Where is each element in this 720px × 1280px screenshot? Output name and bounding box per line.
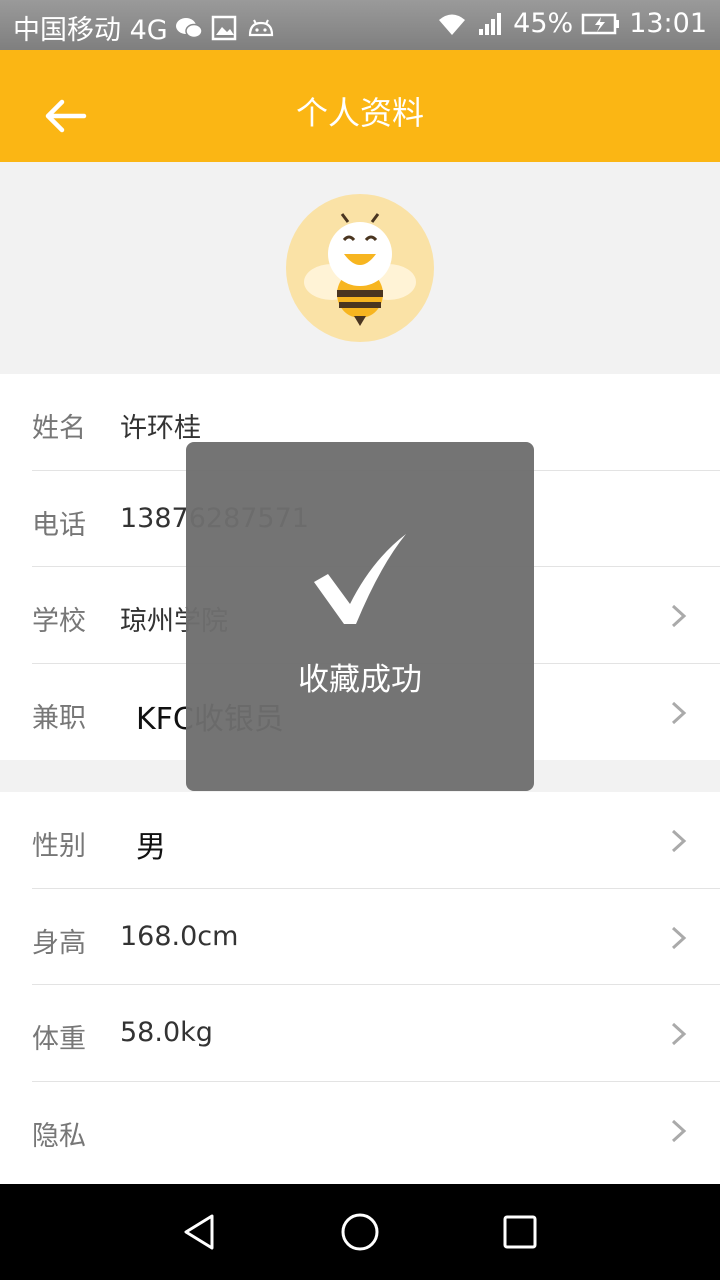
row-label: 兼职 (32, 702, 86, 734)
toast-message: 收藏成功 (298, 662, 422, 698)
row-label: 身高 (32, 927, 86, 959)
battery-percent: 45% (513, 8, 574, 39)
avatar-section (0, 162, 720, 374)
status-bar: 中国移动 4G 45% 13:01 (0, 0, 720, 50)
status-left: 中国移动 4G (13, 8, 276, 47)
chevron-right-icon (671, 701, 687, 724)
signal-icon (479, 12, 502, 35)
chevron-right-icon (671, 1119, 687, 1142)
page-title: 个人资料 (295, 94, 424, 132)
clock: 13:01 (629, 8, 707, 39)
avatar[interactable] (286, 194, 434, 342)
row-label: 体重 (32, 1024, 86, 1055)
row-label: 姓名 (32, 413, 86, 444)
battery-icon (581, 13, 620, 34)
row-label: 学校 (32, 606, 86, 637)
status-right: 45% 13:01 (437, 8, 707, 39)
bee-avatar-icon (304, 213, 416, 326)
row-value: 58.0kg (120, 1017, 213, 1048)
chevron-right-icon (671, 829, 687, 853)
android-icon (248, 19, 273, 36)
nav-back-icon[interactable] (180, 1212, 220, 1252)
chevron-right-icon (671, 604, 687, 628)
chevron-right-icon (671, 1022, 687, 1046)
nav-recents-icon[interactable] (500, 1212, 540, 1252)
checkmark-icon (314, 534, 406, 624)
row-gender[interactable]: 性别 男 (0, 792, 720, 889)
row-value: 许环桂 (120, 413, 201, 444)
row-value: 男 (136, 830, 166, 865)
nav-home-icon[interactable] (340, 1212, 380, 1252)
row-label: 隐私 (32, 1120, 86, 1152)
chevron-right-icon (671, 926, 687, 949)
system-nav-bar (0, 1184, 720, 1280)
wechat-icon (175, 17, 203, 38)
row-weight[interactable]: 体重 58.0kg (0, 985, 720, 1082)
image-icon (211, 15, 236, 40)
success-toast: 收藏成功 (186, 442, 534, 791)
body-info-list: 性别 男 身高 168.0cm 体重 58.0kg 隐私 (0, 792, 720, 1184)
wifi-icon (439, 14, 466, 35)
app-header: 个人资料 (0, 50, 720, 162)
row-label: 电话 (32, 509, 86, 541)
row-height[interactable]: 身高 168.0cm (0, 889, 720, 985)
row-label: 性别 (32, 831, 86, 862)
row-privacy[interactable]: 隐私 (0, 1082, 720, 1179)
row-value: 168.0cm (120, 920, 239, 952)
carrier-text: 中国移动 4G (13, 15, 168, 46)
